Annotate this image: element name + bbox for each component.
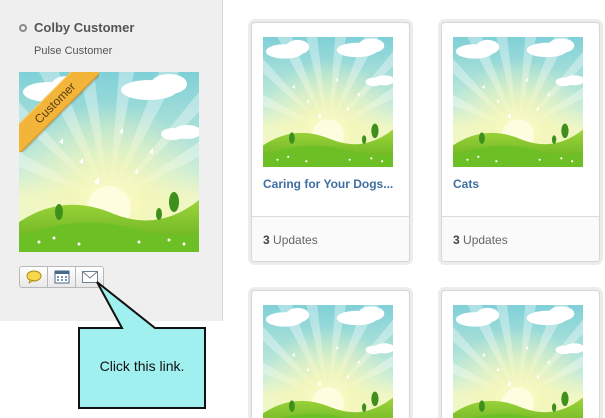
- update-count-value: 3: [453, 233, 460, 247]
- group-card[interactable]: Caring for Your Dogs... 3 Updates: [251, 22, 410, 262]
- group-card-image[interactable]: [453, 305, 583, 418]
- group-card-update-count: 3 Updates: [263, 233, 318, 247]
- profile-sidebar: Colby Customer Pulse Customer Customer: [0, 0, 223, 321]
- group-card[interactable]: [441, 290, 600, 418]
- user-role: Pulse Customer: [34, 45, 113, 57]
- group-card-title[interactable]: Caring for Your Dogs...: [263, 177, 403, 191]
- email-button[interactable]: [75, 266, 104, 288]
- update-count-label: Updates: [273, 233, 318, 247]
- calendar-icon: [54, 270, 69, 284]
- calendar-button[interactable]: [47, 266, 76, 288]
- status-indicator-icon: [19, 24, 27, 32]
- speech-bubble-icon: [26, 270, 41, 284]
- profile-action-bar: [19, 266, 104, 288]
- group-card-footer: 3 Updates: [442, 216, 599, 261]
- update-count-label: Updates: [463, 233, 508, 247]
- group-card-title[interactable]: Cats: [453, 177, 593, 191]
- group-card[interactable]: Cats 3 Updates: [441, 22, 600, 262]
- envelope-icon: [81, 271, 98, 283]
- group-card-image[interactable]: [263, 305, 393, 418]
- app-window: Colby Customer Pulse Customer Customer C…: [0, 0, 605, 418]
- group-card-update-count: 3 Updates: [453, 233, 508, 247]
- role-ribbon: Customer: [19, 72, 99, 152]
- group-card-image[interactable]: [453, 37, 583, 167]
- update-count-value: 3: [263, 233, 270, 247]
- user-name[interactable]: Colby Customer: [34, 20, 134, 35]
- group-card-footer: 3 Updates: [252, 216, 409, 261]
- message-button[interactable]: [19, 266, 48, 288]
- group-card[interactable]: [251, 290, 410, 418]
- group-card-image[interactable]: [263, 37, 393, 167]
- callout-text: Click this link.: [99, 358, 185, 374]
- role-ribbon-label: Customer: [19, 72, 99, 152]
